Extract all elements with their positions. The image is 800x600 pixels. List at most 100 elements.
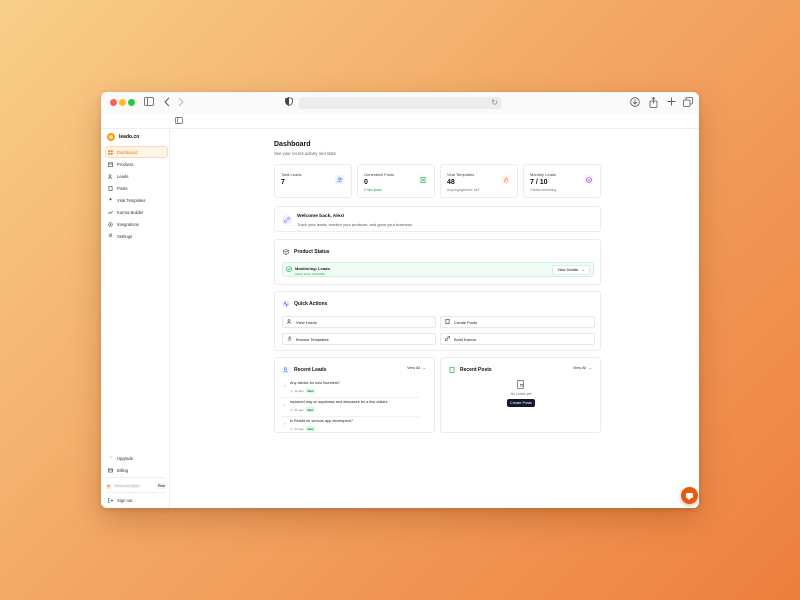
view-details-button[interactable]: View Details → (552, 265, 590, 275)
sidebar-item-settings[interactable]: ⚙ Settings (106, 231, 167, 241)
sidebar-item-label: Dashboard (117, 149, 138, 155)
sidebar-item-upgrade[interactable]: ☆ Upgrade (106, 453, 167, 463)
view-all-leads-link[interactable]: View All → (407, 366, 426, 370)
zoom-window-button[interactable] (128, 99, 135, 106)
section-title: Product Status (294, 249, 330, 255)
sidebar-item-integrations[interactable]: Integrations (106, 219, 167, 229)
status-subtitle: Active since 11/2/2025 (295, 272, 325, 276)
quick-action-label: View Leads (296, 319, 317, 325)
users-icon (282, 366, 290, 374)
status-title: Monitoring: Leado (295, 266, 330, 271)
flame-icon (287, 335, 292, 342)
download-icon[interactable] (629, 97, 641, 109)
sidebar-item-products[interactable]: Products (106, 159, 167, 169)
lead-title: replaced clay w/ supabase and deepseek f… (290, 400, 388, 404)
sidebar-item-billing[interactable]: Billing (106, 465, 167, 475)
clock-icon: ◷ (290, 426, 293, 431)
empty-state-text: No posts yet (510, 392, 532, 396)
view-all-label: View All (406, 366, 421, 370)
arrow-right-icon: → (422, 366, 426, 370)
sign-out-label: Sign out (117, 497, 133, 503)
product-status-card: Product Status Monitoring: Leado Active … (274, 239, 601, 285)
sidebar-item-posts[interactable]: Posts (106, 183, 167, 193)
create-posts-button[interactable]: Create Posts (507, 399, 535, 407)
app-topbar (101, 114, 699, 129)
trend-icon (108, 210, 113, 215)
collapse-sidebar-icon[interactable] (173, 116, 185, 128)
sidebar-item-label: Posts (117, 185, 128, 191)
sidebar-item-karma-builder[interactable]: Karma Builder (106, 207, 167, 217)
stat-label: Viral Templates (447, 172, 475, 177)
sign-out-icon (108, 497, 113, 503)
stat-sub: Avg engagement: 443 (447, 188, 480, 192)
card-icon (108, 468, 113, 473)
stat-sub: 0 new posts (364, 188, 382, 192)
browse-templates-button[interactable]: Browse Templates (282, 333, 436, 345)
sidebar-item-label: Viral Templates (117, 197, 146, 203)
section-header: Product Status (282, 248, 330, 256)
tabs-overview-icon[interactable] (682, 97, 694, 109)
back-icon[interactable] (161, 97, 173, 109)
minimize-window-button[interactable] (119, 99, 126, 106)
address-bar[interactable]: ↻ (299, 97, 501, 109)
quick-action-label: Browse Templates (296, 336, 329, 342)
view-leads-button[interactable]: View Leads (282, 316, 436, 328)
sidebar-item-leads[interactable]: Leads (106, 171, 167, 181)
lead-title: Is Reddit for serious app developers? (290, 419, 353, 423)
sidebar-item-label: Products (117, 161, 134, 167)
document-icon (448, 366, 456, 374)
user-email: hiddenuser@gm... (114, 484, 143, 488)
lead-time: 4h ago (294, 426, 304, 431)
recent-posts-card: Recent Posts View All → No posts yet Cre… (440, 357, 601, 433)
check-circle-icon (584, 175, 593, 184)
lead-bullet-icon: › (284, 383, 286, 388)
link-icon (444, 336, 451, 342)
forward-icon[interactable] (175, 97, 187, 109)
link-icon (282, 215, 292, 225)
lead-title: Any advice for solo founders? (290, 381, 341, 385)
user-account[interactable]: A hiddenuser@gm... Free (106, 482, 167, 490)
avatar: A (106, 483, 111, 489)
status-badge: New (305, 388, 315, 393)
sign-out-button[interactable]: Sign out (106, 495, 167, 505)
close-window-button[interactable] (110, 99, 117, 106)
section-header: Quick Actions (282, 300, 327, 308)
chat-icon (686, 493, 693, 500)
stat-value: 48 (447, 179, 455, 186)
reload-icon[interactable]: ↻ (491, 97, 498, 109)
recent-leads-card: Recent Leads View All → › Any advice for… (274, 357, 435, 433)
section-title: Recent Leads (294, 367, 327, 373)
shield-icon[interactable] (283, 97, 295, 109)
sidebar-toggle-icon[interactable] (143, 97, 155, 109)
document-icon (445, 319, 450, 325)
monitoring-status: Monitoring: Leado Active since 11/2/2025… (282, 262, 594, 277)
plug-icon (108, 221, 113, 227)
share-icon[interactable] (647, 96, 659, 109)
stat-label: Total Leads (281, 172, 302, 177)
box-icon (282, 248, 290, 256)
arrow-right-icon: → (588, 366, 592, 370)
stat-card-total-leads[interactable]: Total Leads 7 (274, 164, 352, 198)
star-icon: ☆ (108, 454, 113, 461)
arrow-right-icon: → (581, 268, 585, 272)
chat-button[interactable] (681, 487, 698, 504)
stat-card-viral-templates[interactable]: Viral Templates 48 Avg engagement: 443 (440, 164, 518, 198)
sidebar-item-label: Billing (117, 467, 129, 473)
new-tab-icon[interactable] (665, 97, 677, 109)
build-karma-button[interactable]: Build Karma (440, 333, 595, 345)
pulse-icon (282, 300, 290, 308)
lead-time: 3h ago (294, 407, 304, 412)
sidebar-item-viral-templates[interactable]: ✦ Viral Templates (106, 195, 167, 205)
view-all-posts-link[interactable]: View All → (573, 366, 592, 370)
view-details-label: View Details (557, 268, 579, 272)
create-posts-button[interactable]: Create Posts (440, 316, 595, 328)
lead-meta: ◷ 2h ago New (290, 388, 315, 393)
stat-card-monthly-leads[interactable]: Monthly Leads 7 / 10 3 leads remaining (523, 164, 601, 198)
lead-bullet-icon: › (284, 402, 286, 407)
stat-value: 0 (364, 179, 368, 186)
sidebar-item-dashboard[interactable]: Dashboard (105, 146, 168, 158)
brand[interactable]: leado.co (107, 133, 139, 141)
gear-icon: ⚙ (108, 232, 113, 239)
stat-card-generated-posts[interactable]: Generated Posts 0 0 new posts (357, 164, 435, 198)
users-icon (287, 319, 292, 325)
